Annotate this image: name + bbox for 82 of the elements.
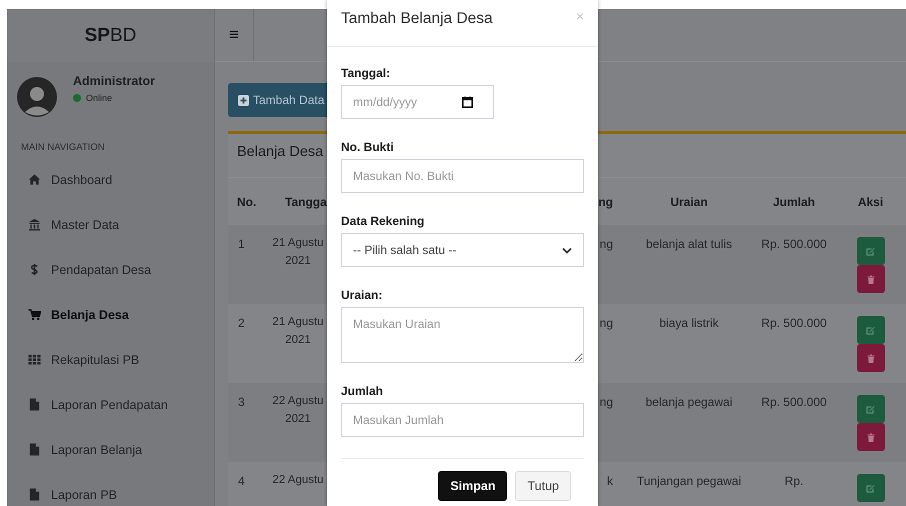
table-cell-text: Rp. 500.000 — [760, 237, 828, 251]
table-cell-text: Rp. 500.000 — [760, 316, 828, 330]
bank-icon — [28, 218, 41, 231]
save-button[interactable]: Simpan — [438, 471, 508, 501]
table-cell: 2021 — [285, 334, 311, 346]
table-cell-text: Rp. — [784, 474, 804, 488]
sidebar-item[interactable]: Master Data — [7, 202, 214, 247]
table-cell-text: 2 — [237, 316, 246, 330]
sidebar-item[interactable]: Pendapatan Desa — [7, 247, 214, 292]
cart-icon — [28, 308, 41, 321]
column-header: Jumlah — [772, 194, 815, 208]
column-header: Uraian — [670, 194, 708, 208]
table-cell: 2021 — [285, 255, 311, 267]
table-cell-text: Rp. 500.000 — [760, 395, 828, 409]
input-field[interactable]: Masukan No. Bukti — [341, 159, 584, 193]
close-button[interactable]: × — [576, 8, 584, 24]
trash-icon — [866, 274, 874, 284]
nav-heading: MAIN NAVIGATION — [20, 141, 106, 155]
field-label: No. Bukti — [341, 140, 395, 154]
delete-button[interactable] — [856, 265, 884, 293]
table-cell: ng — [600, 237, 613, 251]
field-label: Tanggal: — [341, 66, 392, 80]
calendar-icon — [462, 96, 473, 108]
menu-toggle[interactable]: ≡ — [215, 9, 254, 61]
table-cell-text: Tunjangan pegawai — [636, 474, 742, 488]
table-cell-text: 1 — [237, 237, 246, 251]
table-cell: 2021 — [285, 413, 311, 425]
sidebar-item[interactable]: Dashboard — [7, 157, 214, 202]
date-field[interactable]: mm/dd/yyyy — [341, 85, 494, 119]
file-icon — [28, 398, 41, 411]
column-header: Tangga — [285, 194, 327, 208]
table-cell-text: belanja pegawai — [644, 395, 734, 409]
avatar-icon — [17, 77, 57, 117]
sidebar-item[interactable]: Laporan Pendapatan — [7, 382, 214, 427]
trash-icon — [866, 354, 874, 362]
plus-icon — [238, 94, 249, 106]
grid-icon — [28, 353, 41, 366]
user-name: Administrator — [73, 74, 155, 88]
file-icon — [28, 488, 41, 501]
table-cell: 22 Agustu — [272, 474, 324, 486]
sidebar-item[interactable]: Rekapitulasi PB — [7, 337, 214, 382]
delete-button[interactable] — [856, 344, 884, 372]
select-field[interactable]: -- Pilih salah satu -- — [341, 233, 584, 267]
modal-title: Tambah Belanja Desa — [341, 10, 493, 28]
textarea-field[interactable]: Masukan Uraian — [341, 307, 584, 363]
column-header: ng — [598, 194, 613, 208]
table-cell: k — [607, 474, 613, 488]
table-cell-text: 4 — [237, 474, 246, 488]
table-cell-text: belanja alat tulis — [644, 237, 734, 251]
delete-button[interactable] — [856, 423, 884, 451]
trash-icon — [866, 432, 874, 442]
edit-icon — [866, 484, 875, 492]
column-header: No. — [237, 194, 256, 208]
logo[interactable]: SPBD — [7, 9, 215, 62]
edit-button[interactable] — [856, 395, 884, 423]
table-cell: 21 Agustu — [272, 237, 324, 249]
user-status: Online — [86, 93, 112, 103]
file-icon — [28, 443, 41, 456]
field-label: Jumlah — [341, 384, 384, 398]
table-cell: ng — [600, 395, 613, 409]
sidebar-item[interactable]: Laporan Belanja — [7, 427, 214, 472]
home-icon — [28, 173, 41, 186]
chevron-down-icon — [562, 246, 572, 254]
field-label: Uraian: — [341, 288, 384, 302]
sidebar-item[interactable]: Belanja Desa — [7, 292, 214, 337]
edit-icon — [866, 326, 875, 334]
sidebar-item[interactable]: Laporan PB — [7, 472, 214, 506]
edit-icon — [866, 404, 875, 414]
input-field[interactable]: Masukan Jumlah — [341, 403, 584, 437]
table-cell: ng — [600, 316, 613, 330]
table-cell-text: 3 — [237, 395, 246, 409]
edit-button[interactable] — [856, 474, 884, 502]
edit-button[interactable] — [856, 237, 884, 265]
table-cell-text: biaya listrik — [658, 316, 720, 330]
column-header: Aksi — [858, 194, 884, 208]
close-button[interactable]: Tutup — [515, 471, 571, 501]
table-cell: 22 Agustu — [272, 395, 324, 407]
field-label: Data Rekening — [341, 214, 426, 228]
table-cell: 21 Agustu — [272, 316, 324, 328]
edit-icon — [866, 246, 875, 256]
status-dot-icon — [73, 94, 81, 102]
edit-button[interactable] — [856, 316, 884, 344]
